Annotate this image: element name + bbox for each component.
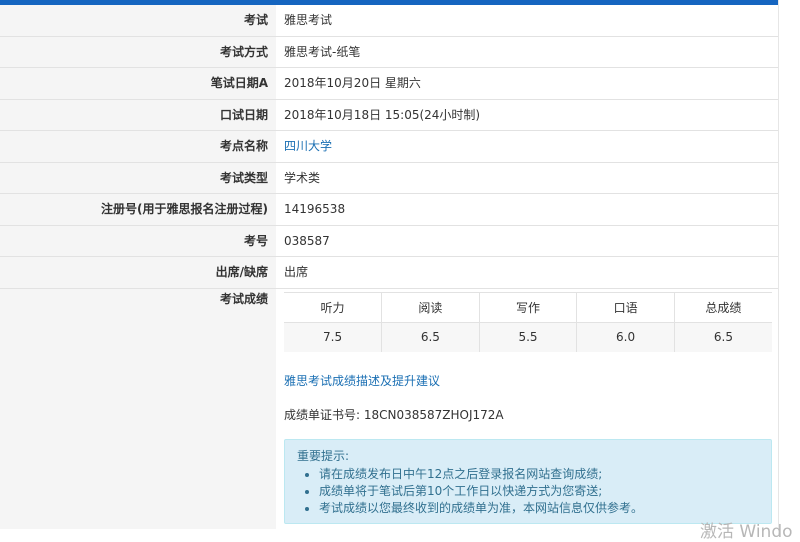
exam-mode-label: 考试方式 (0, 36, 276, 67)
score-advice-link[interactable]: 雅思考试成绩描述及提升建议 (284, 372, 778, 389)
speaking-date-value: 2018年10月18日 15:05(24小时制) (284, 107, 481, 122)
score-header-writing: 写作 (479, 292, 578, 322)
row-exam-mode: 考试方式 雅思考试-纸笔 (0, 36, 778, 68)
row-test-center: 考点名称 四川大学 (0, 131, 778, 163)
test-center-label: 考点名称 (0, 131, 276, 162)
registration-number-label: 注册号(用于雅思报名注册过程) (0, 194, 276, 225)
exam-info-panel: 考试 雅思考试 考试方式 雅思考试-纸笔 笔试日期A 2018年10月20日 星… (0, 5, 778, 529)
activate-windows-watermark: 激活 Windo (700, 522, 793, 542)
row-speaking-date: 口试日期 2018年10月18日 15:05(24小时制) (0, 99, 778, 131)
registration-number-value: 14196538 (284, 202, 346, 216)
important-notice: 重要提示: 请在成绩发布日中午12点之后登录报名网站查询成绩; 成绩单将于笔试后… (284, 439, 772, 524)
test-type-value: 学术类 (284, 170, 321, 185)
exam-value: 雅思考试 (284, 13, 333, 27)
score-value-overall: 6.5 (713, 330, 733, 345)
scores-table: 听力 阅读 写作 口语 总成绩 7.5 6.5 5.5 6.0 6.5 (284, 292, 772, 352)
notice-list: 请在成绩发布日中午12点之后登录报名网站查询成绩; 成绩单将于笔试后第10个工作… (297, 466, 759, 517)
row-exam-scores: 考试成绩 听力 阅读 写作 口语 总成绩 7.5 6.5 5.5 6.0 6.5… (0, 288, 778, 529)
written-date-value: 2018年10月20日 星期六 (284, 76, 421, 90)
exam-mode-value: 雅思考试-纸笔 (284, 44, 361, 59)
written-date-label: 笔试日期A (0, 68, 276, 99)
attendance-label: 出席/缺席 (0, 257, 276, 288)
score-header-overall: 总成绩 (705, 300, 742, 315)
row-written-date: 笔试日期A 2018年10月20日 星期六 (0, 68, 778, 100)
score-value-speaking: 6.0 (576, 322, 675, 352)
notice-item: 考试成绩以您最终收到的成绩单为准，本网站信息仅供参考。 (319, 500, 759, 517)
score-value-reading: 6.5 (381, 322, 480, 352)
speaking-date-label: 口试日期 (0, 99, 276, 130)
scores-header-row: 听力 阅读 写作 口语 总成绩 (284, 292, 772, 322)
score-value-listening: 7.5 (284, 322, 383, 352)
exam-scores-content: 听力 阅读 写作 口语 总成绩 7.5 6.5 5.5 6.0 6.5 雅思考试… (276, 289, 778, 529)
row-candidate-number: 考号 038587 (0, 225, 778, 257)
scores-value-row: 7.5 6.5 5.5 6.0 6.5 (284, 322, 772, 352)
candidate-number-value: 038587 (284, 233, 330, 248)
page-right-edge (778, 0, 800, 534)
exam-label: 考试 (0, 5, 276, 36)
test-center-link[interactable]: 四川大学 (276, 131, 778, 162)
notice-title: 重要提示: (297, 449, 350, 463)
row-test-type: 考试类型 学术类 (0, 162, 778, 194)
notice-item: 请在成绩发布日中午12点之后登录报名网站查询成绩; (319, 466, 759, 483)
row-exam: 考试 雅思考试 (0, 5, 778, 37)
exam-scores-label: 考试成绩 (0, 288, 276, 529)
notice-item: 成绩单将于笔试后第10个工作日以快递方式为您寄送; (319, 483, 759, 500)
row-registration-number: 注册号(用于雅思报名注册过程) 14196538 (0, 194, 778, 226)
score-header-speaking: 口语 (576, 292, 675, 322)
score-header-reading: 阅读 (381, 292, 480, 322)
candidate-number-label: 考号 (0, 225, 276, 256)
score-header-listening: 听力 (284, 292, 383, 322)
certificate-number: 成绩单证书号: 18CN038587ZHOJ172A (284, 408, 504, 422)
test-type-label: 考试类型 (0, 162, 276, 193)
attendance-value: 出席 (284, 265, 309, 279)
score-value-writing: 5.5 (479, 322, 578, 352)
row-attendance: 出席/缺席 出席 (0, 257, 778, 289)
